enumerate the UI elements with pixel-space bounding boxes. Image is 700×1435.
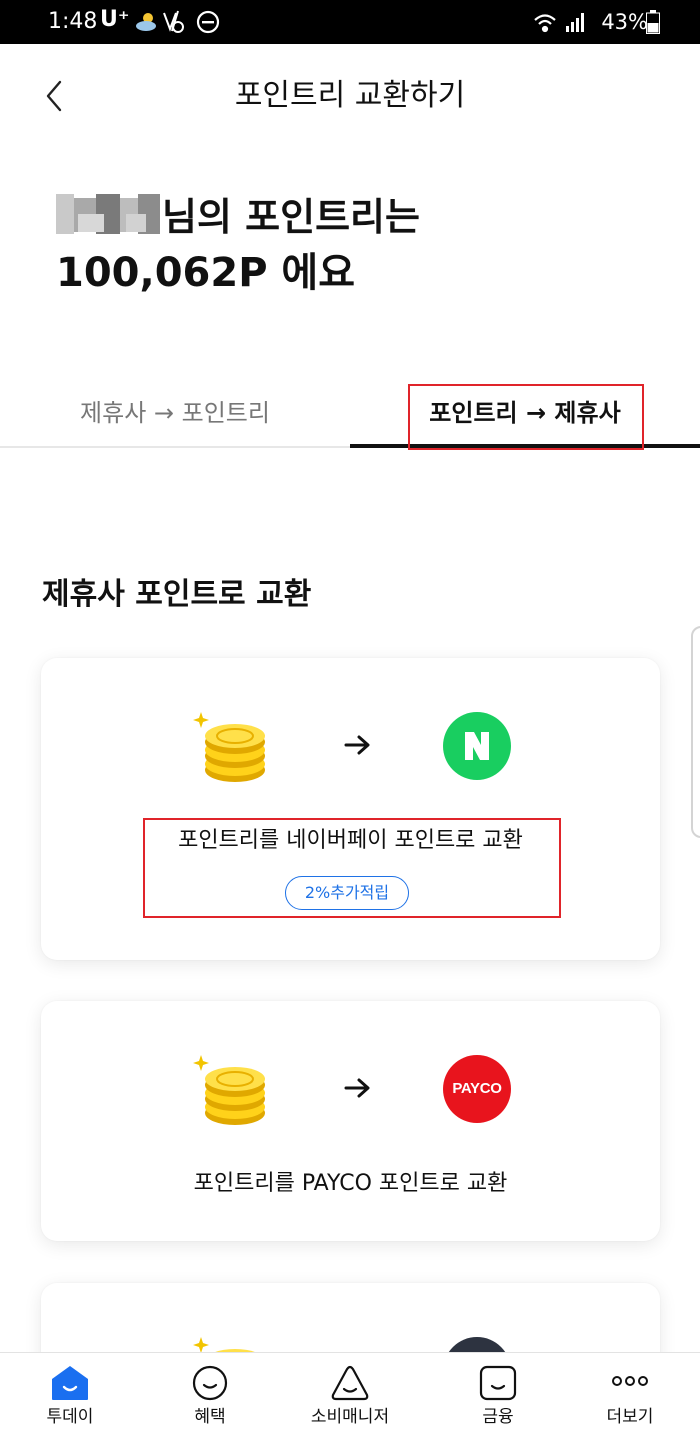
signal-icons: [534, 13, 584, 33]
smile-circle-icon: [192, 1365, 228, 1401]
app-header: 포인트리 교환하기: [0, 44, 700, 148]
nav-item-more[interactable]: 더보기: [560, 1353, 700, 1435]
page-title: 포인트리 교환하기: [234, 78, 466, 113]
status-bar: 1:48 U⁺ 43%: [0, 0, 700, 44]
greeting-line: 님의 포인트리는: [56, 190, 676, 244]
nav-label: 혜택: [194, 1407, 226, 1427]
weather-icon: [136, 13, 156, 31]
exchange-card-payco[interactable]: PAYCO 포인트리를 PAYCO 포인트로 교환: [41, 1001, 660, 1241]
points-balance: 100,062P 에요: [56, 250, 356, 296]
arrow-right-icon: [344, 735, 370, 755]
home-icon: [52, 1366, 88, 1400]
points-greeting: 님의 포인트리는 100,062P 에요: [56, 190, 676, 302]
nav-item-finance[interactable]: 금융: [428, 1353, 568, 1435]
nav-label: 투데이: [46, 1407, 94, 1427]
tab-partner-to-pointree[interactable]: 제휴사 → 포인트리: [0, 380, 350, 446]
do-not-disturb-icon: [196, 10, 220, 34]
arrow-right-icon: [344, 1078, 370, 1098]
more-dots-icon: [612, 1376, 648, 1386]
cell-signal-icon: [566, 13, 584, 32]
bottom-navigation: 투데이 혜택 소비매니저 금융 더보기: [0, 1352, 700, 1435]
annotation-highlight-card: [143, 818, 561, 918]
wifi-icon: [534, 14, 556, 33]
nav-label: 금융: [482, 1407, 514, 1427]
nav-item-today[interactable]: 투데이: [0, 1353, 140, 1435]
nav-item-spending-manager[interactable]: 소비매니저: [280, 1353, 420, 1435]
masked-user-name: [56, 192, 160, 236]
naverpay-logo-icon: [443, 712, 511, 780]
coins-icon: [193, 1055, 265, 1125]
status-time: 1:48: [48, 9, 98, 34]
nav-label: 더보기: [606, 1407, 654, 1427]
volte-icon: [163, 10, 184, 33]
battery-icon: [646, 10, 660, 34]
greeting-suffix: 님의 포인트리는: [162, 195, 420, 239]
payco-logo-icon: PAYCO: [443, 1055, 511, 1123]
annotation-highlight-tab: [408, 384, 644, 450]
square-face-icon: [479, 1365, 517, 1401]
triangle-face-icon: [331, 1365, 369, 1401]
nav-item-benefits[interactable]: 혜택: [140, 1353, 280, 1435]
battery-percent: 43%: [601, 10, 648, 34]
status-left-icons: [136, 10, 220, 34]
nav-label: 소비매니저: [310, 1407, 390, 1427]
section-title: 제휴사 포인트로 교환: [42, 577, 312, 612]
coins-icon: [193, 712, 265, 782]
edge-panel-handle[interactable]: [691, 626, 700, 838]
carrier-label: U⁺: [100, 7, 130, 32]
card-description: 포인트리를 PAYCO 포인트로 교환: [193, 1171, 508, 1196]
